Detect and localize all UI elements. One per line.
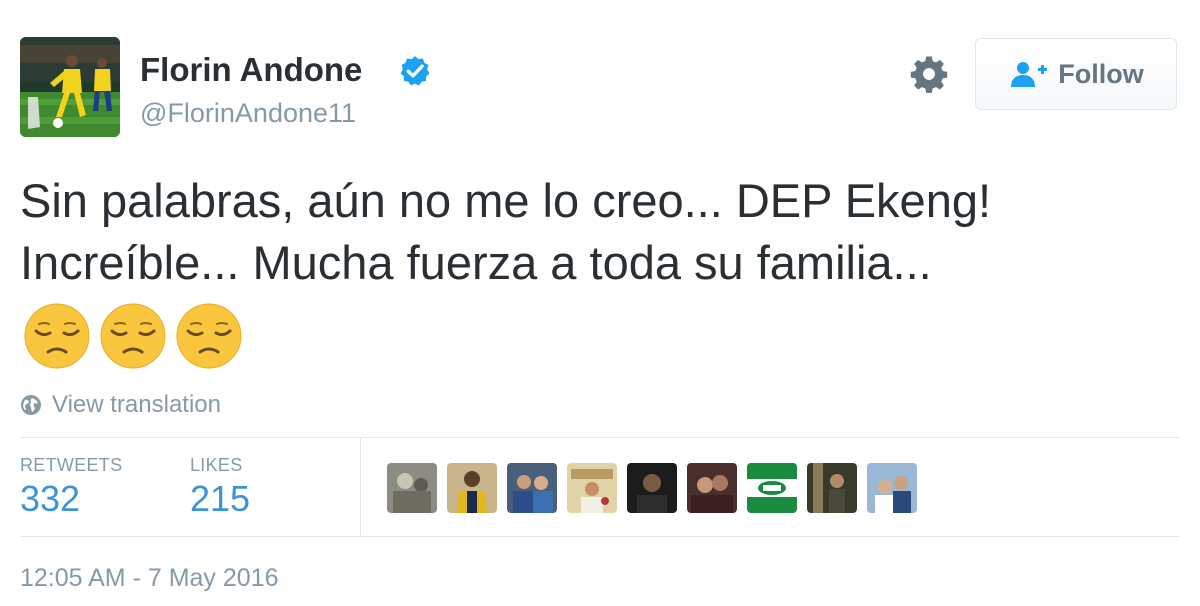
profile-avatar[interactable] [20,37,120,137]
pensive-face-emoji-icon [100,303,166,369]
pensive-face-emoji-icon [24,303,90,369]
globe-icon [21,395,41,415]
liker-avatar[interactable] [807,463,857,513]
liker-avatar[interactable] [687,463,737,513]
add-person-icon [1011,62,1048,87]
tweet-text-line: Sin palabras, aún no me lo creo... DEP E… [20,174,992,227]
settings-gear-button[interactable] [908,53,950,95]
liker-avatar[interactable] [747,463,797,513]
stats-bottom-divider [20,536,1180,537]
emoji-row [24,303,252,369]
user-handle[interactable]: @FlorinAndone11 [140,97,356,129]
tweet-timestamp[interactable]: 12:05 AM - 7 May 2016 [20,563,278,593]
view-translation-link[interactable]: View translation [20,390,221,420]
likes-label: LIKES [190,455,243,475]
liker-avatar[interactable] [627,463,677,513]
likes-count: 215 [190,478,251,519]
liker-avatar[interactable] [447,463,497,513]
liker-avatar[interactable] [507,463,557,513]
gear-icon [910,56,948,93]
liker-avatar[interactable] [867,463,917,513]
pensive-face-emoji-icon [176,303,242,369]
liker-avatar[interactable] [567,463,617,513]
player-photo [20,37,120,137]
verified-badge-icon [400,56,430,86]
follow-button[interactable]: Follow [975,38,1177,110]
tweet-text-line: Increíble... Mucha fuerza a toda su fami… [20,236,932,289]
liker-avatars [387,463,927,513]
stats-vertical-divider [360,438,361,536]
display-name[interactable]: Florin Andone [140,50,362,90]
tweet-text: Sin palabras, aún no me lo creo... DEP E… [20,170,1190,294]
follow-button-label: Follow [1058,58,1144,89]
liker-avatar[interactable] [387,463,437,513]
retweets-label: RETWEETS [20,455,123,475]
retweets-count: 332 [20,478,81,519]
retweets-stat[interactable]: RETWEETS 332 [20,454,122,522]
stats-top-divider [20,437,1180,438]
view-translation-label: View translation [52,391,221,418]
likes-stat[interactable]: LIKES 215 [190,454,250,522]
